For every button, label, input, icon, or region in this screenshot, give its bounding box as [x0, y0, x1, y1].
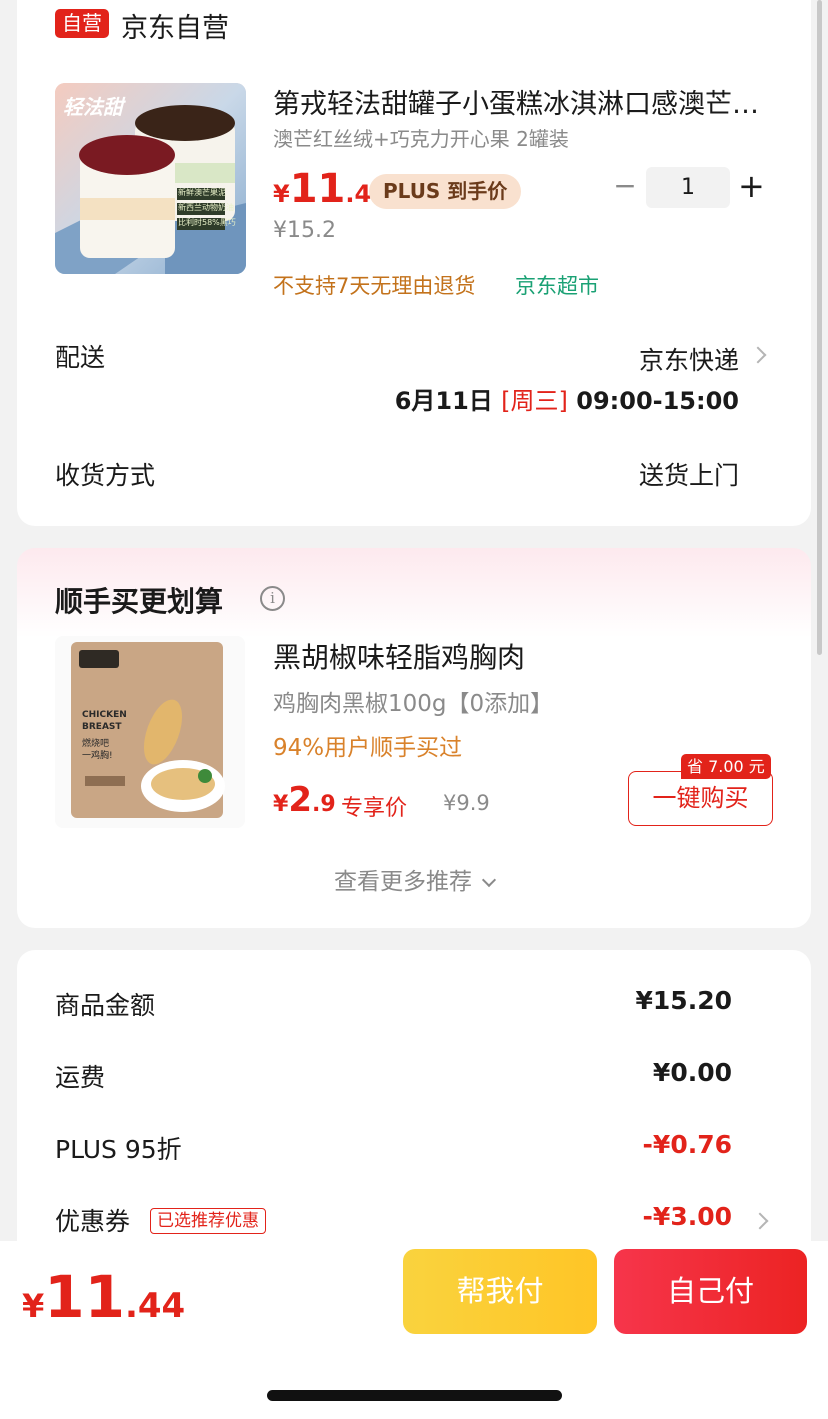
page-scrollbar[interactable]	[817, 0, 822, 655]
recommend-price: ¥2.9	[273, 780, 336, 820]
see-more-recommendations[interactable]: 查看更多推荐	[17, 862, 811, 896]
pay-myself-button[interactable]: 自己付	[614, 1249, 807, 1334]
summary-label: 商品金额	[55, 991, 156, 1020]
product-spec[interactable]: 澳芒红丝绒+巧克力开心果 2罐装	[273, 123, 569, 152]
chevron-down-icon	[481, 872, 497, 888]
savings-badge: 省 7.00 元	[681, 754, 771, 779]
exclusive-price-label: 专享价	[341, 796, 408, 821]
recommendation-title: 顺手买更划算	[55, 585, 224, 618]
quantity-input[interactable]: 1	[646, 167, 730, 208]
return-policy-note: 不支持7天无理由退货	[273, 274, 476, 298]
summary-value: -¥0.76	[642, 1130, 732, 1159]
ask-friend-pay-button[interactable]: 帮我付	[403, 1249, 597, 1334]
summary-value: ¥15.20	[635, 986, 732, 1015]
checkout-bar: ¥11.44 帮我付 自己付	[0, 1241, 828, 1419]
receive-method-value[interactable]: 送货上门	[639, 456, 739, 492]
summary-row-shipping: 运费 ¥0.00	[55, 1058, 732, 1098]
one-click-buy-button[interactable]: 一键购买	[628, 771, 773, 826]
image-text-4: 一鸡胸!	[82, 751, 113, 761]
coupon-selected-tag: 已选推荐优惠	[150, 1208, 266, 1234]
recommend-product-spec: 鸡胸肉黑椒100g【0添加】	[273, 691, 554, 717]
delivery-label: 配送	[55, 343, 106, 372]
summary-label: 优惠券	[55, 1207, 131, 1236]
quantity-increase-button[interactable]: +	[738, 166, 765, 206]
price-summary-card: 商品金额 ¥15.20 运费 ¥0.00 PLUS 95折 -¥0.76 优惠券…	[17, 950, 811, 1270]
chicken-breast-package-illustration	[55, 636, 245, 828]
store-tag: 京东超市	[515, 274, 599, 298]
recommend-product-name[interactable]: 黑胡椒味轻脂鸡胸肉	[273, 636, 525, 676]
recommendation-card: 顺手买更划算 i CHICKEN BREAST 燃烧吧 一鸡胸! 黑胡椒味轻脂鸡…	[17, 548, 811, 928]
price-decimal: .44	[124, 1286, 186, 1326]
image-tag-1: 新鲜澳芒果泥	[178, 188, 226, 197]
summary-row-goods: 商品金额 ¥15.20	[55, 986, 732, 1026]
price-integer: 2	[288, 780, 312, 820]
see-more-label: 查看更多推荐	[334, 869, 472, 895]
price-symbol: ¥	[273, 180, 290, 208]
delivery-date: 6月11日	[394, 387, 493, 415]
summary-row-plus-discount: PLUS 95折 -¥0.76	[55, 1130, 732, 1170]
original-price: ¥15.2	[273, 218, 336, 243]
delivery-weekday: [周三]	[501, 387, 568, 415]
price-decimal: .9	[311, 792, 336, 817]
recommend-original-price: ¥9.9	[443, 791, 490, 815]
delivery-time[interactable]: 6月11日 [周三] 09:00-15:00	[395, 381, 739, 416]
plus-price-tag: PLUS 到手价	[369, 174, 522, 209]
shop-name[interactable]: 京东自营	[121, 6, 229, 45]
info-icon[interactable]: i	[260, 586, 285, 611]
image-text-2: BREAST	[82, 722, 122, 732]
image-tag-3: 比利时58%黑巧	[178, 218, 236, 227]
summary-row-coupon[interactable]: 优惠券 已选推荐优惠 -¥3.00	[55, 1202, 732, 1242]
image-brand-text: 轻法甜	[63, 95, 123, 119]
order-card: 自营 京东自营 轻法甜 新鲜澳芒果泥 新西兰动物奶油 比利时58%黑巧 第戎轻法…	[17, 0, 811, 526]
summary-value: -¥3.00	[642, 1202, 732, 1231]
summary-label: 运费	[55, 1063, 106, 1092]
image-tag-2: 新西兰动物奶油	[178, 203, 234, 212]
price-integer: 11	[44, 1263, 125, 1331]
product-title[interactable]: 第戎轻法甜罐子小蛋糕冰淇淋口感澳芒…	[273, 82, 773, 121]
price-symbol: ¥	[273, 792, 289, 817]
chevron-right-icon[interactable]	[749, 346, 767, 364]
total-price: ¥11.44	[22, 1263, 185, 1331]
recommend-purchase-stat: 94%用户顺手买过	[273, 735, 463, 761]
recommend-product-image[interactable]: CHICKEN BREAST 燃烧吧 一鸡胸!	[55, 636, 245, 828]
summary-value: ¥0.00	[652, 1058, 732, 1087]
quantity-decrease-button[interactable]: −	[613, 168, 637, 204]
image-text-1: CHICKEN	[82, 710, 127, 720]
delivery-method[interactable]: 京东快递	[639, 341, 739, 377]
chevron-right-icon[interactable]	[751, 1212, 769, 1230]
price-symbol: ¥	[22, 1287, 45, 1325]
product-image[interactable]: 轻法甜 新鲜澳芒果泥 新西兰动物奶油 比利时58%黑巧	[55, 83, 246, 274]
summary-label: PLUS 95折	[55, 1135, 182, 1164]
delivery-time-window: 09:00-15:00	[576, 387, 739, 415]
price-integer: 11	[289, 166, 346, 212]
home-indicator[interactable]	[267, 1390, 562, 1401]
self-operated-badge: 自营	[55, 9, 109, 38]
receive-method-label: 收货方式	[55, 461, 156, 490]
